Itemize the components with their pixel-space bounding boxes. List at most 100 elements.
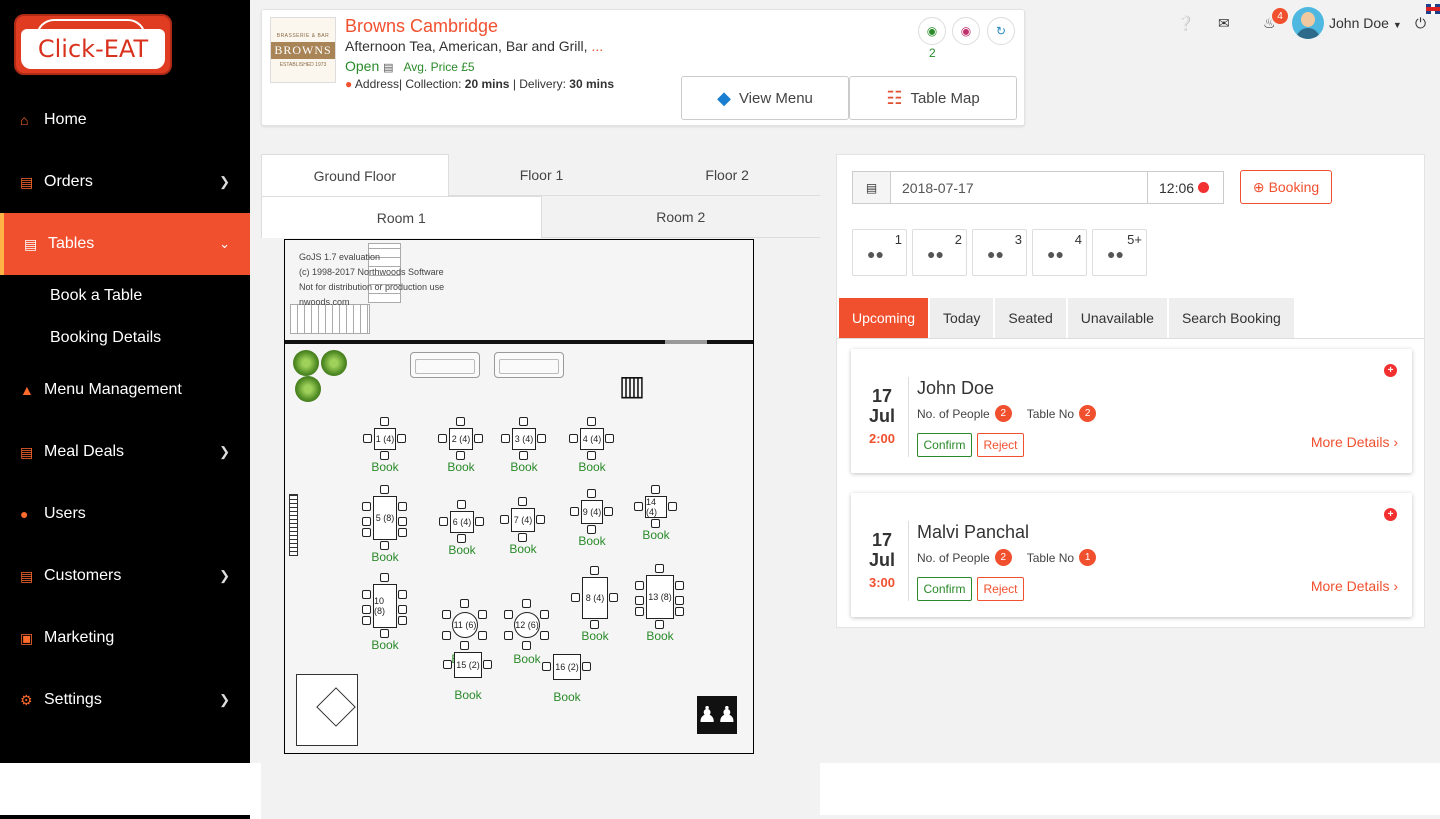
table-9[interactable]: 14 (4) [645,496,667,518]
add-booking-button[interactable]: ⊕ Booking [1240,170,1332,204]
people-filter-4[interactable]: ●● 4 [1032,229,1087,276]
table-11[interactable]: 11 (6) [452,612,478,638]
sidebar-item-orders[interactable]: ▤ Orders ❯ [0,151,250,213]
confirm-button[interactable]: Confirm [917,577,972,601]
calendar-icon[interactable]: ▤ [853,172,891,203]
chair [519,451,528,460]
table-13[interactable]: 8 (4) [582,577,608,619]
plus-circle-icon[interactable]: + [1384,508,1397,521]
sidebar-item-home[interactable]: ⌂ Home [0,89,250,151]
power-icon[interactable]: ⏻ [1415,15,1426,32]
tab-room-1[interactable]: Room 1 [261,196,542,238]
sidebar-item-meal-deals[interactable]: ▤ Meal Deals ❯ [0,421,250,483]
chair [675,581,684,590]
people-filter-5-plus[interactable]: ●● 5+ [1092,229,1147,276]
confirm-button[interactable]: Confirm [917,433,972,457]
booking-time: 2:00 [868,431,896,446]
tab-unavailable[interactable]: Unavailable [1067,298,1167,338]
table-7[interactable]: 7 (4) [511,508,535,532]
tab-today[interactable]: Today [930,298,994,338]
table-3[interactable]: 3 (4) [512,428,536,450]
date-input[interactable]: 2018-07-17 [891,172,1147,203]
table-15[interactable]: 15 (2) [454,652,482,678]
mail-icon[interactable]: ✉ [1218,15,1230,32]
more-details-link[interactable]: More Details › [1311,578,1398,594]
help-icon[interactable]: ❔ [1177,15,1194,32]
book-table-link[interactable]: Book [567,460,617,474]
sidebar-subitem-booking-details[interactable]: Booking Details [50,329,161,347]
uk-flag-icon[interactable] [1426,4,1440,14]
chair [587,489,596,498]
date-time-picker[interactable]: ▤ 2018-07-17 12:06 [852,171,1224,204]
refresh-icon[interactable]: ↻ [987,17,1015,45]
people-filter-1[interactable]: ●● 1 [852,229,907,276]
tab-room-2[interactable]: Room 2 [541,196,820,238]
tab-floor-1[interactable]: Floor 1 [448,154,635,196]
floor-plan-canvas[interactable]: GoJS 1.7 evaluation (c) 1998-2017 Northw… [284,239,754,754]
sidebar: Click-EAT ⌂ Home ▤ Orders ❯ ▤ Tables ⌄ B… [0,0,250,763]
restaurant-name[interactable]: Browns Cambridge [345,16,498,37]
table-1[interactable]: 1 (4) [374,428,396,450]
cuisine-more-link[interactable]: ... [591,38,603,54]
sofa-icon [410,352,480,378]
tab-floor-2[interactable]: Floor 2 [634,154,821,196]
chair [460,641,469,650]
tab-ground-floor[interactable]: Ground Floor [261,154,449,196]
sidebar-item-users[interactable]: ● Users [0,483,250,545]
chair [519,417,528,426]
time-input[interactable]: 12:06 [1147,172,1223,203]
book-table-link[interactable]: Book [498,542,548,556]
reject-button[interactable]: Reject [977,433,1024,457]
chair [582,662,591,671]
tab-search-booking[interactable]: Search Booking [1168,298,1294,338]
book-table-link[interactable]: Book [567,534,617,548]
book-table-link[interactable]: Book [631,528,681,542]
book-table-link[interactable]: Book [499,460,549,474]
click-eat-logo[interactable]: Click-EAT [14,14,172,75]
chair [439,517,448,526]
book-table-link[interactable]: Book [443,688,493,702]
sidebar-item-customers[interactable]: ▤ Customers ❯ [0,545,250,607]
tab-seated[interactable]: Seated [995,298,1066,338]
sidebar-item-menu-management[interactable]: ▲ Menu Management [0,359,250,421]
calendar-icon[interactable]: ▤ [383,62,393,74]
table-10[interactable]: 10 (8) [373,584,397,628]
chat-icon[interactable]: ◉ [918,17,946,45]
table-4[interactable]: 4 (4) [580,428,604,450]
table-2[interactable]: 2 (4) [449,428,473,450]
book-table-link[interactable]: Book [360,460,410,474]
open-status: Open [345,58,380,74]
book-table-link[interactable]: Book [542,690,592,704]
book-table-link[interactable]: Book [437,543,487,557]
plus-circle-icon[interactable]: + [1384,364,1397,377]
book-table-link[interactable]: Book [570,629,620,643]
book-table-link[interactable]: Book [360,550,410,564]
map-pin-icon[interactable]: ◉ [952,17,980,45]
table-map-button[interactable]: ☷ Table Map [849,76,1017,120]
book-table-link[interactable]: Book [360,638,410,652]
avatar[interactable] [1292,7,1324,39]
table-14[interactable]: 13 (8) [646,575,674,619]
table-6[interactable]: 6 (4) [450,511,474,533]
sidebar-subitem-book-table[interactable]: Book a Table [50,287,142,305]
table-5[interactable]: 5 (8) [373,496,397,540]
book-table-link[interactable]: Book [635,629,685,643]
sidebar-item-tables[interactable]: ▤ Tables ⌄ [0,213,250,275]
reject-button[interactable]: Reject [977,577,1024,601]
more-details-link[interactable]: More Details › [1311,434,1398,450]
table-8[interactable]: 9 (4) [581,500,603,524]
people-filter-3[interactable]: ●● 3 [972,229,1027,276]
tab-upcoming[interactable]: Upcoming [839,298,929,338]
table-16[interactable]: 16 (2) [553,654,581,680]
watermark-line: nwoods.com [299,297,350,307]
sidebar-item-label: Users [44,505,86,522]
table-12[interactable]: 12 (6) [514,612,540,638]
user-menu[interactable]: John Doe ▼ [1329,15,1402,31]
book-table-link[interactable]: Book [436,460,486,474]
logo-bottom-text: ESTABLISHED 1973 [279,61,327,68]
booking-meta: No. of People 2 Table No 2 [917,405,1097,422]
view-menu-button[interactable]: ◆ View Menu [681,76,849,120]
people-filter-2[interactable]: ●● 2 [912,229,967,276]
sidebar-item-marketing[interactable]: ▣ Marketing [0,607,250,669]
sidebar-item-settings[interactable]: ⚙ Settings ❯ [0,669,250,731]
